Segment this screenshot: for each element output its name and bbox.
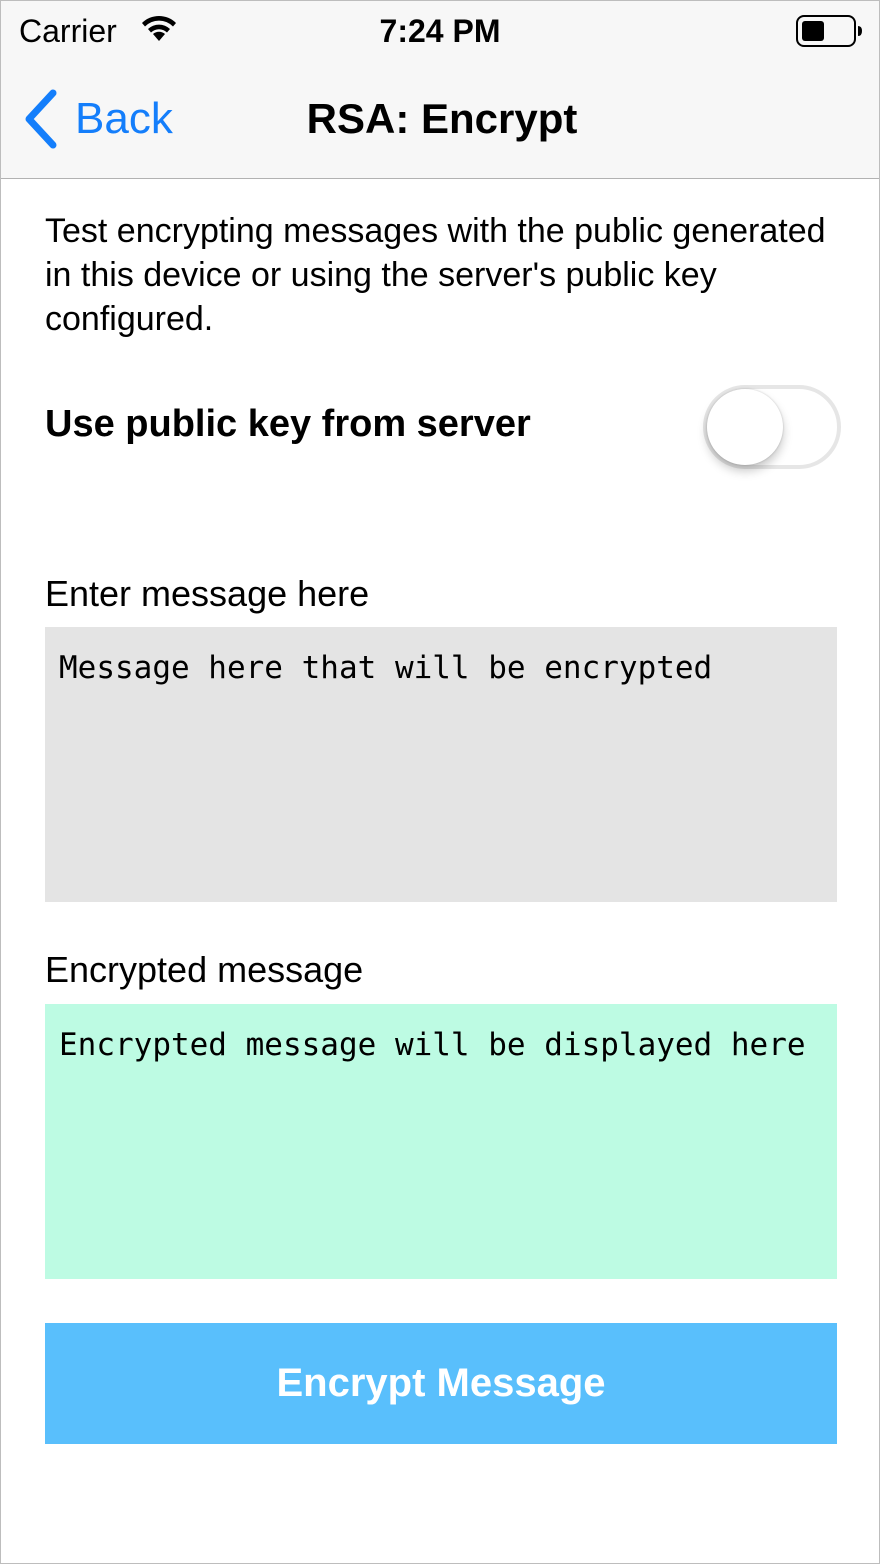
clock-time: 7:24 PM [379, 13, 501, 49]
toggle-knob [707, 389, 783, 465]
input-label: Enter message here [45, 573, 370, 614]
toggle-label: Use public key from server [45, 403, 531, 445]
output-label: Encrypted message [45, 949, 364, 990]
server-key-toggle-row: Use public key from server [45, 385, 843, 469]
message-input[interactable]: Message here that will be encrypted [45, 627, 837, 902]
description-text: Test encrypting messages with the public… [45, 212, 826, 338]
page-title: RSA: Encrypt [1, 95, 879, 143]
page-title-text: RSA: Encrypt [306, 95, 578, 142]
encrypt-message-button[interactable]: Encrypt Message [45, 1323, 837, 1444]
use-server-key-toggle[interactable] [703, 385, 841, 469]
status-bar: Carrier 7:24 PM [1, 1, 879, 61]
navigation-bar: Back RSA: Encrypt [1, 61, 879, 179]
screen: Carrier 7:24 PM Back RSA: Encrypt Test e… [0, 0, 880, 1564]
encrypted-output: Encrypted message will be displayed here [45, 1004, 837, 1279]
battery-icon [796, 15, 862, 47]
